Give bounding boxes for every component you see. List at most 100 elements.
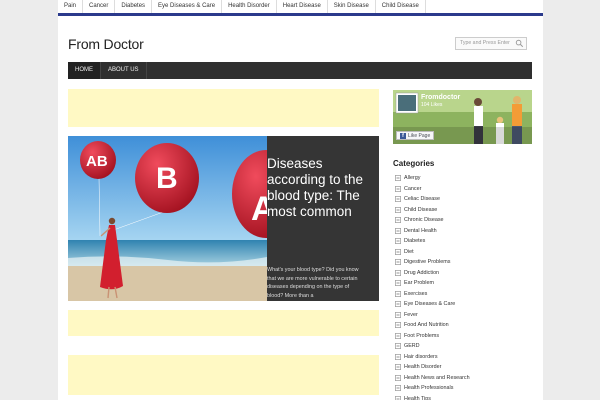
category-label[interactable]: Health Professionals xyxy=(404,385,453,391)
category-item[interactable]: Eye Diseases & Care xyxy=(395,299,530,310)
category-item[interactable]: Food And Nutrition xyxy=(395,320,530,331)
category-label[interactable]: Chronic Disease xyxy=(404,217,444,223)
featured-excerpt: What's your blood type? Did you know tha… xyxy=(267,267,359,299)
facebook-page-name[interactable]: Fromdoctor xyxy=(421,94,460,101)
folder-icon xyxy=(395,206,401,213)
category-label[interactable]: Cancer xyxy=(404,186,421,192)
categories-list: Allergy Cancer Celiac Disease Child Disease… xyxy=(395,173,530,400)
folder-icon xyxy=(395,227,401,234)
category-label[interactable]: Dental Health xyxy=(404,228,437,234)
category-item[interactable]: Diet xyxy=(395,247,530,258)
folder-icon xyxy=(395,311,401,318)
main-nav-home[interactable]: HOME xyxy=(68,62,101,79)
balloon-label-ab: AB xyxy=(86,153,108,170)
folder-icon xyxy=(395,322,401,329)
top-nav-health-disorder[interactable]: Health Disorder xyxy=(222,0,277,13)
folder-icon xyxy=(395,196,401,203)
folder-icon xyxy=(395,175,401,182)
category-item[interactable]: Drug Addiction xyxy=(395,268,530,279)
category-item[interactable]: GERD xyxy=(395,341,530,352)
folder-icon xyxy=(395,248,401,255)
folder-icon xyxy=(395,364,401,371)
category-item[interactable]: Exercises xyxy=(395,289,530,300)
category-label[interactable]: Food And Nutrition xyxy=(404,322,449,328)
category-label[interactable]: Diet xyxy=(404,249,414,255)
folder-icon xyxy=(395,343,401,350)
category-label[interactable]: Fever xyxy=(404,312,418,318)
search-placeholder: Type and Press Enter xyxy=(460,40,510,46)
ad-banner-middle[interactable] xyxy=(68,310,379,336)
category-item[interactable]: Dental Health xyxy=(395,226,530,237)
category-label[interactable]: Diabetes xyxy=(404,238,425,244)
magnifier-icon[interactable] xyxy=(515,39,524,48)
folder-icon xyxy=(395,185,401,192)
category-item[interactable]: Foot Problems xyxy=(395,331,530,342)
category-label[interactable]: Ear Problem xyxy=(404,280,434,286)
category-label[interactable]: Health Tips xyxy=(404,396,431,400)
folder-icon xyxy=(395,238,401,245)
facebook-like-button[interactable]: f Like Page xyxy=(396,131,435,140)
folder-icon xyxy=(395,280,401,287)
category-item[interactable]: Health News and Research xyxy=(395,373,530,384)
facebook-likes-count: 104 Likes xyxy=(421,102,443,108)
main-nav-about-us[interactable]: ABOUT US xyxy=(101,62,147,79)
folder-icon xyxy=(395,374,401,381)
search-input[interactable]: Type and Press Enter xyxy=(455,37,527,50)
top-nav-eye-diseases[interactable]: Eye Diseases & Care xyxy=(152,0,223,13)
main-navigation: HOME ABOUT US xyxy=(68,62,532,79)
category-label[interactable]: Exercises xyxy=(404,291,427,297)
top-nav-skin-disease[interactable]: Skin Disease xyxy=(328,0,376,13)
categories-heading: Categories xyxy=(393,159,435,168)
folder-icon xyxy=(395,269,401,276)
category-item[interactable]: Chronic Disease xyxy=(395,215,530,226)
category-item[interactable]: Allergy xyxy=(395,173,530,184)
folder-icon xyxy=(395,332,401,339)
category-label[interactable]: Digestive Problems xyxy=(404,259,450,265)
folder-icon xyxy=(395,301,401,308)
folder-icon xyxy=(395,290,401,297)
featured-title[interactable]: Diseases according to the blood type: Th… xyxy=(267,156,367,220)
top-nav-pain[interactable]: Pain xyxy=(58,0,84,13)
facebook-f-icon: f xyxy=(400,132,406,139)
category-item[interactable]: Celiac Disease xyxy=(395,194,530,205)
folder-icon xyxy=(395,217,401,224)
category-item[interactable]: Health Disorder xyxy=(395,362,530,373)
facebook-like-label: Like Page xyxy=(408,132,431,139)
category-item[interactable]: Digestive Problems xyxy=(395,257,530,268)
category-label[interactable]: Foot Problems xyxy=(404,333,439,339)
top-nav-heart-disease[interactable]: Heart Disease xyxy=(277,0,328,13)
category-label[interactable]: GERD xyxy=(404,343,420,349)
site-logo[interactable]: From Doctor xyxy=(68,36,144,52)
category-label[interactable]: Celiac Disease xyxy=(404,196,440,202)
category-label[interactable]: Eye Diseases & Care xyxy=(404,301,455,307)
category-item[interactable]: Diabetes xyxy=(395,236,530,247)
top-navigation: Pain Cancer Diabetes Eye Diseases & Care… xyxy=(58,0,543,16)
page-wrapper: Pain Cancer Diabetes Eye Diseases & Care… xyxy=(58,0,543,400)
folder-icon xyxy=(395,353,401,360)
balloon-label-a: A xyxy=(251,190,267,228)
category-label[interactable]: Drug Addiction xyxy=(404,270,439,276)
category-label[interactable]: Allergy xyxy=(404,175,420,181)
category-label[interactable]: Health News and Research xyxy=(404,375,470,381)
category-item[interactable]: Ear Problem xyxy=(395,278,530,289)
category-item[interactable]: Fever xyxy=(395,310,530,321)
ad-banner-bottom[interactable] xyxy=(68,355,379,395)
facebook-page-widget[interactable]: Fromdoctor 104 Likes f Like Page xyxy=(393,90,532,144)
category-label[interactable]: Hair disorders xyxy=(404,354,438,360)
category-item[interactable]: Cancer xyxy=(395,184,530,195)
category-item[interactable]: Child Disease xyxy=(395,205,530,216)
balloon-label-b: B xyxy=(156,162,178,195)
top-nav-diabetes[interactable]: Diabetes xyxy=(115,0,153,13)
top-nav-cancer[interactable]: Cancer xyxy=(83,0,116,13)
category-label[interactable]: Child Disease xyxy=(404,207,437,213)
folder-icon xyxy=(395,385,401,392)
category-item[interactable]: Health Tips xyxy=(395,394,530,400)
top-nav-child-disease[interactable]: Child Disease xyxy=(376,0,426,13)
category-item[interactable]: Health Professionals xyxy=(395,383,530,394)
category-item[interactable]: Hair disorders xyxy=(395,352,530,363)
category-label[interactable]: Health Disorder xyxy=(404,364,441,370)
featured-image[interactable]: AB B A xyxy=(68,136,267,301)
ad-banner-top[interactable] xyxy=(68,89,379,127)
folder-icon xyxy=(395,395,401,400)
folder-icon xyxy=(395,259,401,266)
